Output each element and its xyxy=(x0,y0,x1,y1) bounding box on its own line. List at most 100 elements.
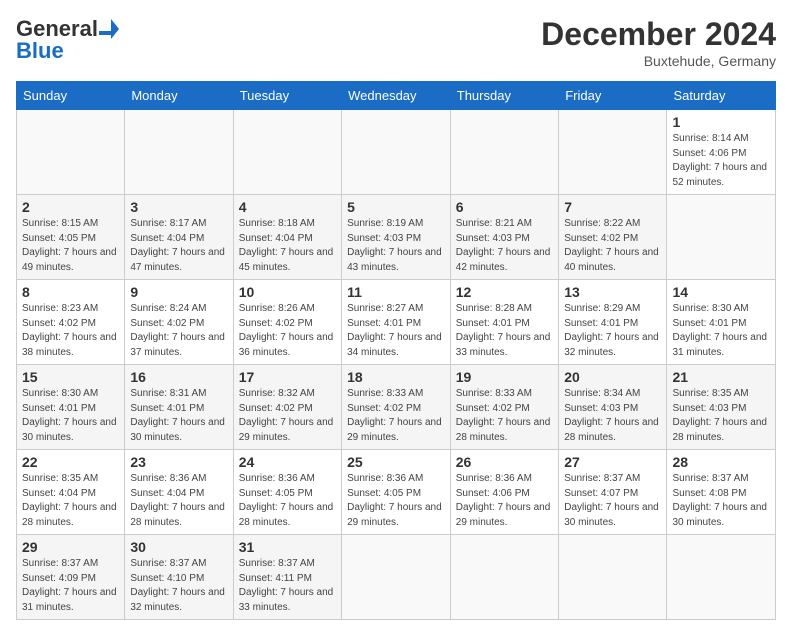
day-info: Sunrise: 8:34 AMSunset: 4:03 PMDaylight:… xyxy=(564,387,661,445)
day-number: 5 xyxy=(347,199,445,215)
calendar-day-header: Tuesday xyxy=(233,82,341,110)
calendar-cell: 9Sunrise: 8:24 AMSunset: 4:02 PMDaylight… xyxy=(125,280,233,365)
day-number: 4 xyxy=(239,199,336,215)
calendar-cell xyxy=(342,110,451,195)
calendar-cell: 16 Sunrise: 8:31 AMSunset: 4:01 PMDayligh… xyxy=(125,365,233,450)
calendar-cell: 13Sunrise: 8:29 AMSunset: 4:01 PMDayligh… xyxy=(559,280,667,365)
calendar-cell: 31Sunrise: 8:37 AMSunset: 4:11 PMDayligh… xyxy=(233,535,341,620)
day-number: 10 xyxy=(239,284,336,300)
day-info: Sunrise: 8:35 AMSunset: 4:04 PMDaylight:… xyxy=(22,472,119,530)
day-number: 28 xyxy=(672,454,770,470)
calendar-cell xyxy=(450,110,558,195)
calendar-cell: 14Sunrise: 8:30 AMSunset: 4:01 PMDayligh… xyxy=(667,280,776,365)
calendar-cell xyxy=(667,195,776,280)
day-info: Sunrise: 8:14 AMSunset: 4:06 PMDaylight:… xyxy=(672,132,770,190)
calendar-day-header: Friday xyxy=(559,82,667,110)
calendar-cell xyxy=(125,110,233,195)
calendar-cell: 18Sunrise: 8:33 AMSunset: 4:02 PMDayligh… xyxy=(342,365,451,450)
day-number: 30 xyxy=(130,539,227,555)
calendar-week-row: 29 Sunrise: 8:37 AMSunset: 4:09 PMDayligh… xyxy=(17,535,776,620)
day-number: 23 xyxy=(130,454,227,470)
day-info: Sunrise: 8:37 AMSunset: 4:11 PMDaylight:… xyxy=(239,557,336,615)
day-info: Sunrise: 8:36 AMSunset: 4:05 PMDaylight:… xyxy=(239,472,336,530)
page-header: General Blue December 2024 Buxtehude, Ge… xyxy=(16,16,776,69)
calendar-cell: 5 Sunrise: 8:19 AMSunset: 4:03 PMDaylight… xyxy=(342,195,451,280)
day-info: Sunrise: 8:37 AMSunset: 4:07 PMDaylight:… xyxy=(564,472,661,530)
day-number: 27 xyxy=(564,454,661,470)
day-number: 12 xyxy=(456,284,553,300)
day-info: Sunrise: 8:36 AMSunset: 4:05 PMDaylight:… xyxy=(347,472,445,530)
logo-icon xyxy=(99,19,119,39)
calendar-cell: 3 Sunrise: 8:17 AMSunset: 4:04 PMDaylight… xyxy=(125,195,233,280)
calendar-cell: 4Sunrise: 8:18 AMSunset: 4:04 PMDaylight… xyxy=(233,195,341,280)
calendar-cell xyxy=(559,110,667,195)
day-info: Sunrise: 8:33 AMSunset: 4:02 PMDaylight:… xyxy=(456,387,553,445)
calendar-cell: 1 Sunrise: 8:14 AMSunset: 4:06 PMDaylight… xyxy=(667,110,776,195)
calendar-cell xyxy=(17,110,125,195)
day-info: Sunrise: 8:15 AMSunset: 4:05 PMDaylight:… xyxy=(22,217,119,275)
calendar-cell: 29 Sunrise: 8:37 AMSunset: 4:09 PMDayligh… xyxy=(17,535,125,620)
day-number: 17 xyxy=(239,369,336,385)
day-number: 16 xyxy=(130,369,227,385)
calendar-cell xyxy=(559,535,667,620)
calendar-cell: 22Sunrise: 8:35 AMSunset: 4:04 PMDayligh… xyxy=(17,450,125,535)
calendar-cell: 21Sunrise: 8:35 AMSunset: 4:03 PMDayligh… xyxy=(667,365,776,450)
day-number: 19 xyxy=(456,369,553,385)
calendar-cell xyxy=(233,110,341,195)
day-info: Sunrise: 8:32 AMSunset: 4:02 PMDaylight:… xyxy=(239,387,336,445)
calendar-cell: 12Sunrise: 8:28 AMSunset: 4:01 PMDayligh… xyxy=(450,280,558,365)
calendar-day-header: Thursday xyxy=(450,82,558,110)
day-number: 8 xyxy=(22,284,119,300)
logo-blue: Blue xyxy=(16,38,64,64)
day-info: Sunrise: 8:22 AMSunset: 4:02 PMDaylight:… xyxy=(564,217,661,275)
day-info: Sunrise: 8:24 AMSunset: 4:02 PMDaylight:… xyxy=(130,302,227,360)
calendar-cell: 25 Sunrise: 8:36 AMSunset: 4:05 PMDayligh… xyxy=(342,450,451,535)
calendar-day-header: Monday xyxy=(125,82,233,110)
day-info: Sunrise: 8:37 AMSunset: 4:09 PMDaylight:… xyxy=(22,557,119,615)
calendar-week-row: 1 Sunrise: 8:14 AMSunset: 4:06 PMDaylight… xyxy=(17,110,776,195)
day-info: Sunrise: 8:37 AMSunset: 4:08 PMDaylight:… xyxy=(672,472,770,530)
calendar-week-row: 2Sunrise: 8:15 AMSunset: 4:05 PMDaylight… xyxy=(17,195,776,280)
day-number: 18 xyxy=(347,369,445,385)
calendar-cell: 20Sunrise: 8:34 AMSunset: 4:03 PMDayligh… xyxy=(559,365,667,450)
day-info: Sunrise: 8:36 AMSunset: 4:06 PMDaylight:… xyxy=(456,472,553,530)
month-title: December 2024 xyxy=(541,16,776,53)
day-number: 29 xyxy=(22,539,119,555)
day-info: Sunrise: 8:19 AMSunset: 4:03 PMDaylight:… xyxy=(347,217,445,275)
logo: General Blue xyxy=(16,16,120,64)
calendar-cell xyxy=(450,535,558,620)
day-info: Sunrise: 8:30 AMSunset: 4:01 PMDaylight:… xyxy=(22,387,119,445)
calendar-cell xyxy=(667,535,776,620)
day-number: 25 xyxy=(347,454,445,470)
day-number: 1 xyxy=(672,114,770,130)
calendar-day-header: Saturday xyxy=(667,82,776,110)
calendar-cell: 15Sunrise: 8:30 AMSunset: 4:01 PMDayligh… xyxy=(17,365,125,450)
calendar-cell: 8Sunrise: 8:23 AMSunset: 4:02 PMDaylight… xyxy=(17,280,125,365)
calendar-table: SundayMondayTuesdayWednesdayThursdayFrid… xyxy=(16,81,776,620)
day-info: Sunrise: 8:36 AMSunset: 4:04 PMDaylight:… xyxy=(130,472,227,530)
calendar-day-header: Wednesday xyxy=(342,82,451,110)
calendar-cell xyxy=(342,535,451,620)
calendar-cell: 6 Sunrise: 8:21 AMSunset: 4:03 PMDaylight… xyxy=(450,195,558,280)
calendar-header-row: SundayMondayTuesdayWednesdayThursdayFrid… xyxy=(17,82,776,110)
day-info: Sunrise: 8:31 AMSunset: 4:01 PMDaylight:… xyxy=(130,387,227,445)
calendar-week-row: 8Sunrise: 8:23 AMSunset: 4:02 PMDaylight… xyxy=(17,280,776,365)
calendar-cell: 7 Sunrise: 8:22 AMSunset: 4:02 PMDaylight… xyxy=(559,195,667,280)
day-number: 26 xyxy=(456,454,553,470)
day-info: Sunrise: 8:37 AMSunset: 4:10 PMDaylight:… xyxy=(130,557,227,615)
day-info: Sunrise: 8:35 AMSunset: 4:03 PMDaylight:… xyxy=(672,387,770,445)
calendar-week-row: 15Sunrise: 8:30 AMSunset: 4:01 PMDayligh… xyxy=(17,365,776,450)
title-area: December 2024 Buxtehude, Germany xyxy=(541,16,776,69)
calendar-day-header: Sunday xyxy=(17,82,125,110)
day-info: Sunrise: 8:26 AMSunset: 4:02 PMDaylight:… xyxy=(239,302,336,360)
day-number: 3 xyxy=(130,199,227,215)
day-info: Sunrise: 8:27 AMSunset: 4:01 PMDaylight:… xyxy=(347,302,445,360)
day-number: 24 xyxy=(239,454,336,470)
day-info: Sunrise: 8:21 AMSunset: 4:03 PMDaylight:… xyxy=(456,217,553,275)
calendar-cell: 24 Sunrise: 8:36 AMSunset: 4:05 PMDayligh… xyxy=(233,450,341,535)
day-number: 7 xyxy=(564,199,661,215)
calendar-cell: 10 Sunrise: 8:26 AMSunset: 4:02 PMDayligh… xyxy=(233,280,341,365)
day-info: Sunrise: 8:17 AMSunset: 4:04 PMDaylight:… xyxy=(130,217,227,275)
calendar-cell: 11Sunrise: 8:27 AMSunset: 4:01 PMDayligh… xyxy=(342,280,451,365)
day-number: 6 xyxy=(456,199,553,215)
